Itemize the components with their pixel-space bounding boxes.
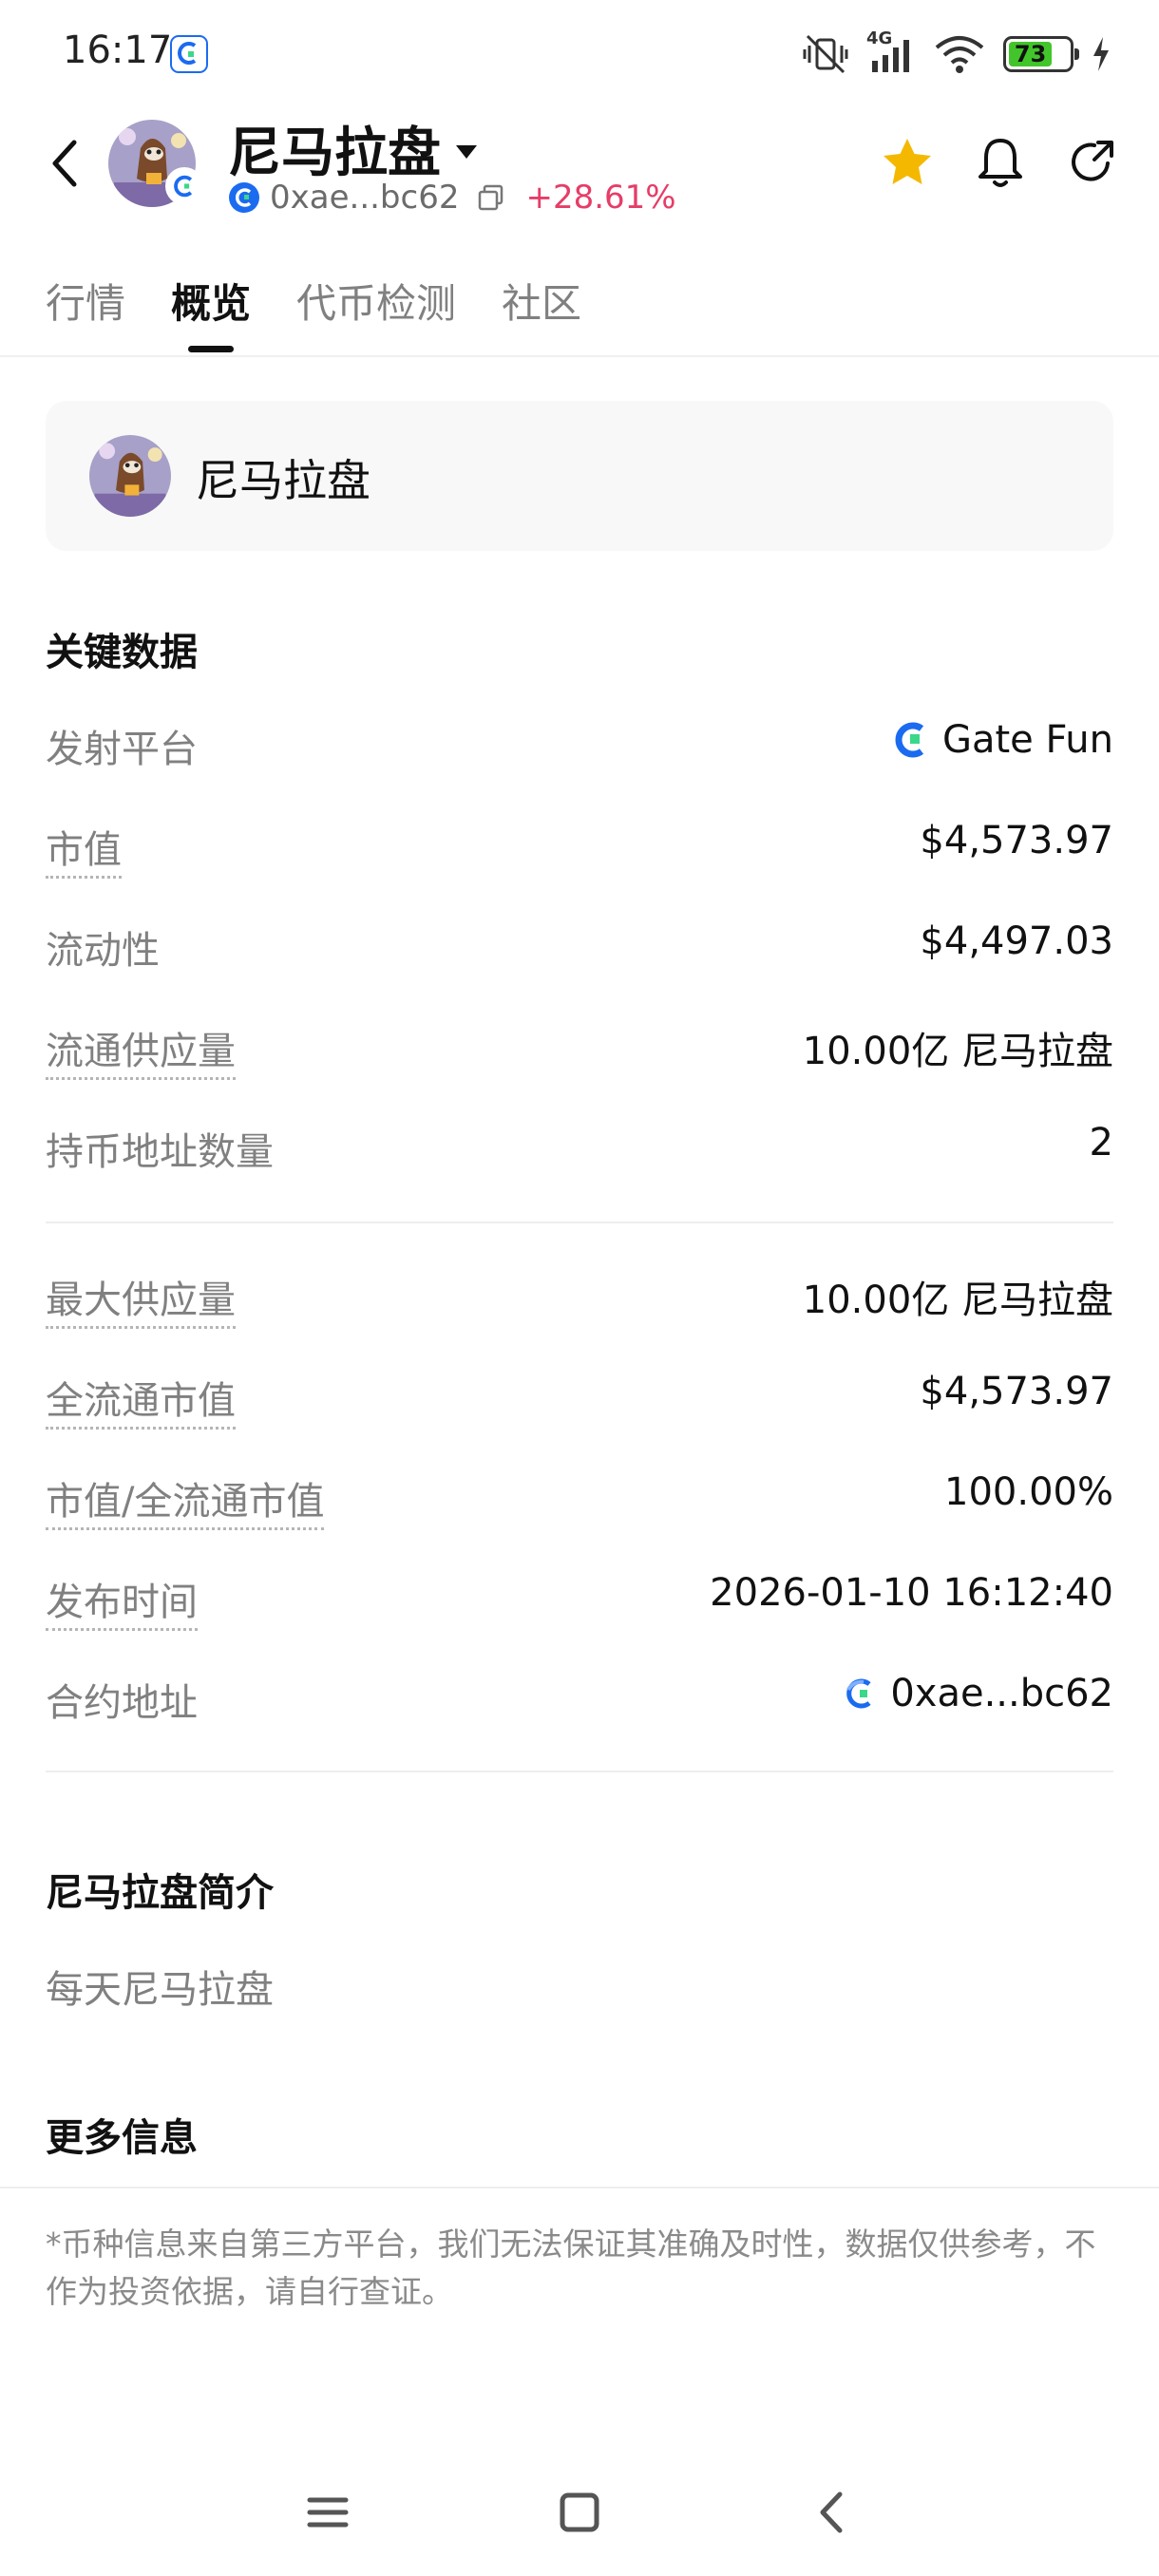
status-bar: 16:17 4G 73 — [0, 0, 1159, 104]
status-icons: 4G 73 — [802, 28, 1112, 78]
row-value: $4,497.03 — [920, 919, 1113, 963]
row-fdv: 全流通市值 $4,573.97 — [46, 1370, 1113, 1430]
row-value: 0xae...bc62 — [890, 1672, 1113, 1715]
battery-icon: 73 — [1003, 36, 1079, 72]
row-value: 10.00亿 尼马拉盘 — [802, 1030, 1113, 1073]
home-icon[interactable] — [546, 2479, 613, 2546]
token-card: 尼马拉盘 — [46, 401, 1113, 551]
tab-community[interactable]: 社区 — [502, 272, 581, 330]
token-selector[interactable]: 尼马拉盘 — [228, 110, 477, 187]
tab-token-check[interactable]: 代币检测 — [296, 272, 456, 330]
gate-app-notification-icon — [170, 35, 208, 73]
row-value: 10.00亿 尼马拉盘 — [802, 1279, 1113, 1322]
status-time: 16:17 — [63, 28, 173, 72]
bell-icon[interactable] — [969, 131, 1032, 194]
signal-icon: 4G — [866, 28, 916, 76]
copy-icon[interactable] — [476, 182, 506, 213]
row-label: 持币地址数量 — [46, 1130, 274, 1174]
row-label: 发射平台 — [46, 728, 198, 771]
row-value: $4,573.97 — [920, 1370, 1113, 1413]
chain-badge-icon — [165, 167, 203, 205]
row-label: 合约地址 — [46, 1681, 198, 1725]
row-launch-platform: 发射平台 Gate Fun — [46, 718, 1113, 775]
token-title: 尼马拉盘 — [228, 123, 441, 184]
row-label[interactable]: 市值/全流通市值 — [46, 1470, 325, 1530]
row-market-cap: 市值 $4,573.97 — [46, 819, 1113, 879]
row-mc-fdv-ratio: 市值/全流通市值 100.00% — [46, 1470, 1113, 1530]
row-value: 2026-01-10 16:12:40 — [710, 1571, 1113, 1615]
row-label[interactable]: 流通供应量 — [46, 1020, 236, 1080]
disclaimer-text: *币种信息来自第三方平台，我们无法保证其准确及时性，数据仅供参考，不作为投资依据… — [46, 2226, 1096, 2310]
system-nav-bar — [0, 2451, 1159, 2576]
charging-icon — [1093, 37, 1109, 71]
token-card-name: 尼马拉盘 — [196, 455, 370, 506]
battery-level: 73 — [1009, 41, 1053, 67]
contract-address: 0xae...bc62 — [270, 179, 460, 217]
wifi-icon — [935, 36, 984, 73]
chain-icon — [846, 1678, 871, 1709]
row-holder-count: 持币地址数量 2 — [46, 1121, 1113, 1178]
row-liquidity: 流动性 $4,497.03 — [46, 919, 1113, 976]
key-data-title: 关键数据 — [46, 631, 198, 674]
star-icon[interactable] — [876, 131, 939, 194]
nav-back-icon[interactable] — [800, 2479, 866, 2546]
more-info-title: 更多信息 — [46, 2116, 198, 2160]
price-change: +28.61% — [525, 179, 676, 217]
chain-icon — [229, 182, 259, 213]
address-line: 0xae...bc62 +28.61% — [228, 179, 676, 217]
row-launch-time: 发布时间 2026-01-10 16:12:40 — [46, 1571, 1113, 1631]
tab-overview[interactable]: 概览 — [171, 272, 251, 330]
back-icon[interactable] — [40, 133, 89, 194]
token-card-avatar — [89, 435, 171, 517]
row-label: 流动性 — [46, 929, 160, 973]
row-max-supply: 最大供应量 10.00亿 尼马拉盘 — [46, 1269, 1113, 1329]
gate-fun-icon — [895, 722, 924, 758]
intro-text: 每天尼马拉盘 — [46, 1968, 274, 2012]
share-icon[interactable] — [1060, 131, 1123, 194]
tab-bar: 行情 概览 代币检测 社区 — [0, 266, 1159, 357]
row-value: 2 — [1089, 1121, 1113, 1165]
divider — [46, 1771, 1113, 1772]
divider — [46, 1222, 1113, 1223]
tab-market[interactable]: 行情 — [46, 272, 125, 330]
row-label[interactable]: 最大供应量 — [46, 1269, 236, 1329]
active-tab-indicator — [188, 346, 234, 352]
row-label[interactable]: 发布时间 — [46, 1571, 198, 1631]
menu-icon[interactable] — [294, 2479, 361, 2546]
divider — [0, 2187, 1159, 2188]
row-contract-address: 合约地址 0xae...bc62 — [46, 1672, 1113, 1729]
row-value: 100.00% — [944, 1470, 1113, 1514]
network-label: 4G — [866, 28, 893, 48]
caret-down-icon — [456, 144, 477, 159]
vibrate-mute-icon — [803, 34, 848, 74]
intro-title: 尼马拉盘简介 — [46, 1871, 274, 1915]
row-label[interactable]: 全流通市值 — [46, 1370, 236, 1430]
contract-address-value[interactable]: 0xae...bc62 — [841, 1672, 1113, 1715]
row-value: Gate Fun — [941, 718, 1113, 762]
row-label[interactable]: 市值 — [46, 819, 122, 879]
token-header: 尼马拉盘 0xae...bc62 +28.61% — [0, 104, 1159, 237]
row-circulating-supply: 流通供应量 10.00亿 尼马拉盘 — [46, 1020, 1113, 1080]
row-value: $4,573.97 — [920, 819, 1113, 862]
